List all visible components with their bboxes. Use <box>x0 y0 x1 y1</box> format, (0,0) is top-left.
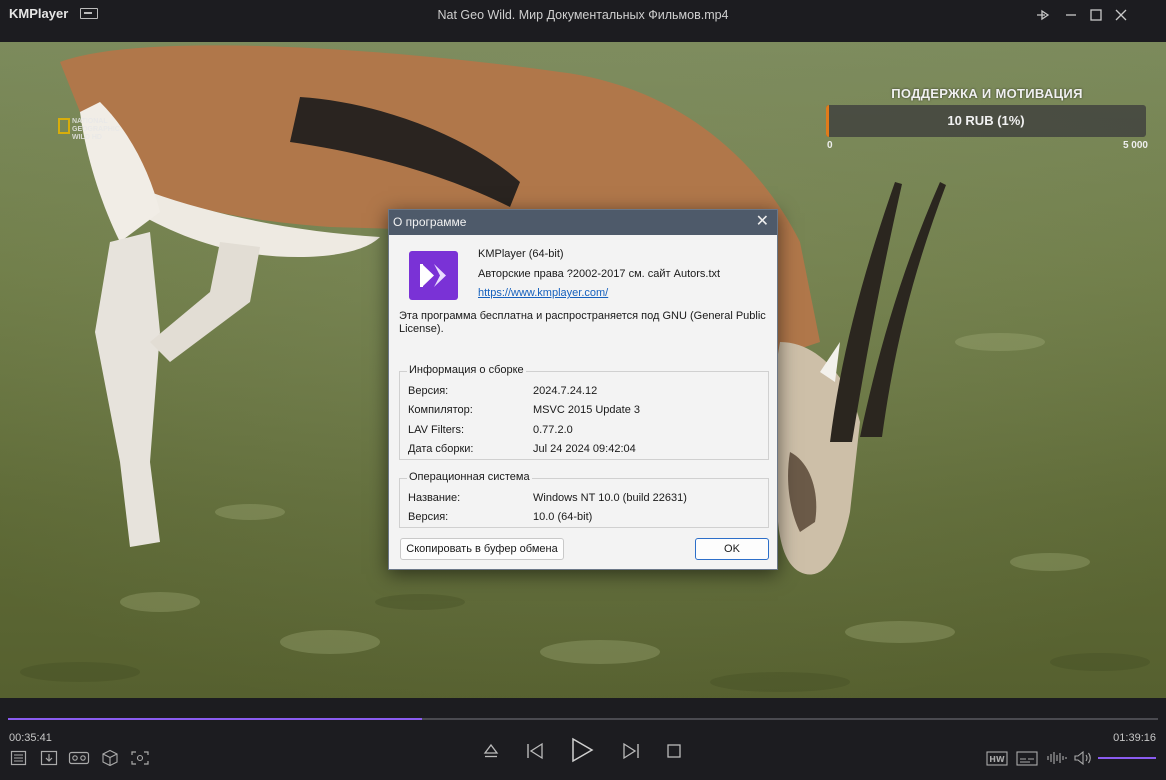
next-icon[interactable] <box>621 741 641 761</box>
build-label: Компилятор: <box>408 404 473 416</box>
eject-icon[interactable] <box>482 742 500 760</box>
natgeo-frame-icon <box>58 118 70 134</box>
os-label: Название: <box>408 492 461 504</box>
about-dialog: О программе ✕ KMPlayer (64-bit) Авторски… <box>388 209 778 570</box>
maximize-icon[interactable] <box>1085 5 1107 25</box>
website-link[interactable]: https://www.kmplayer.com/ <box>478 287 608 299</box>
seek-bar-progress <box>8 718 422 720</box>
build-label: LAV Filters: <box>408 424 465 436</box>
ok-button[interactable]: OK <box>695 538 769 560</box>
subtitle-icon[interactable] <box>1016 751 1038 766</box>
3d-cube-icon[interactable] <box>101 749 119 767</box>
kmplayer-logo-icon <box>409 251 458 300</box>
volume-icon[interactable] <box>1073 750 1093 766</box>
build-label: Дата сборки: <box>408 443 474 455</box>
copyright-text: Авторские права ?2002-2017 см. сайт Auto… <box>478 268 721 280</box>
close-icon[interactable] <box>1110 5 1132 25</box>
play-icon[interactable] <box>568 736 596 764</box>
window-title: Nat Geo Wild. Мир Документальных Фильмов… <box>437 8 729 22</box>
copy-to-clipboard-button[interactable]: Скопировать в буфер обмена <box>400 538 564 560</box>
title-bar: KMPlayer Nat Geo Wild. Мир Документальны… <box>0 0 1166 42</box>
capture-icon[interactable] <box>130 750 150 766</box>
total-time: 01:39:16 <box>1113 732 1156 744</box>
dialog-close-icon[interactable]: ✕ <box>756 212 769 232</box>
vr-icon[interactable] <box>68 750 90 766</box>
playlist-icon[interactable] <box>10 750 28 766</box>
build-info-title: Информация о сборке <box>407 364 526 376</box>
playback-controls: 00:35:41 01:39:16 HW <box>0 698 1166 780</box>
pin-icon[interactable] <box>1032 5 1054 25</box>
os-label: Версия: <box>408 511 449 523</box>
os-value: Windows NT 10.0 (build 22631) <box>533 492 687 504</box>
build-info-group: Информация о сборке Версия: 2024.7.24.12… <box>399 364 769 460</box>
svg-text:HW: HW <box>989 755 1005 764</box>
build-value: 0.77.2.0 <box>533 424 573 436</box>
os-value: 10.0 (64-bit) <box>533 511 593 523</box>
build-label: Версия: <box>408 385 449 397</box>
volume-slider[interactable] <box>1098 757 1156 759</box>
build-value: 2024.7.24.12 <box>533 385 598 397</box>
donation-widget: ПОДДЕРЖКА И МОТИВАЦИЯ 10 RUB (1%) 0 5 00… <box>824 86 1150 151</box>
os-info-group: Операционная система Название: Windows N… <box>399 471 769 528</box>
os-info-title: Операционная система <box>407 471 532 483</box>
dialog-title-bar: О программе ✕ <box>389 210 777 235</box>
donation-title: ПОДДЕРЖКА И МОТИВАЦИЯ <box>891 86 1083 101</box>
donation-min: 0 <box>827 140 833 151</box>
volume-slider-fill <box>1098 757 1156 759</box>
download-icon[interactable] <box>40 750 58 766</box>
license-text: Эта программа бесплатна и распространяет… <box>399 310 766 335</box>
current-time: 00:35:41 <box>9 732 52 744</box>
seek-bar[interactable] <box>8 718 1158 720</box>
minimize-icon[interactable] <box>1060 5 1082 25</box>
donation-amount: 10 RUB (1%) <box>947 113 1025 128</box>
dialog-title: О программе <box>393 215 467 229</box>
product-name: KMPlayer (64-bit) <box>478 248 564 260</box>
donation-max: 5 000 <box>1122 140 1148 151</box>
hw-accel-icon[interactable]: HW <box>986 751 1008 766</box>
stop-icon[interactable] <box>666 743 682 759</box>
build-value: Jul 24 2024 09:42:04 <box>533 443 636 455</box>
equalizer-icon[interactable] <box>1046 750 1068 766</box>
donation-progress-bar: 10 RUB (1%) <box>826 105 1146 137</box>
previous-icon[interactable] <box>525 741 545 761</box>
channel-logo-text: NATIONAL GEOGRAPHIC WILD HD <box>72 118 120 141</box>
build-value: MSVC 2015 Update 3 <box>533 404 641 416</box>
